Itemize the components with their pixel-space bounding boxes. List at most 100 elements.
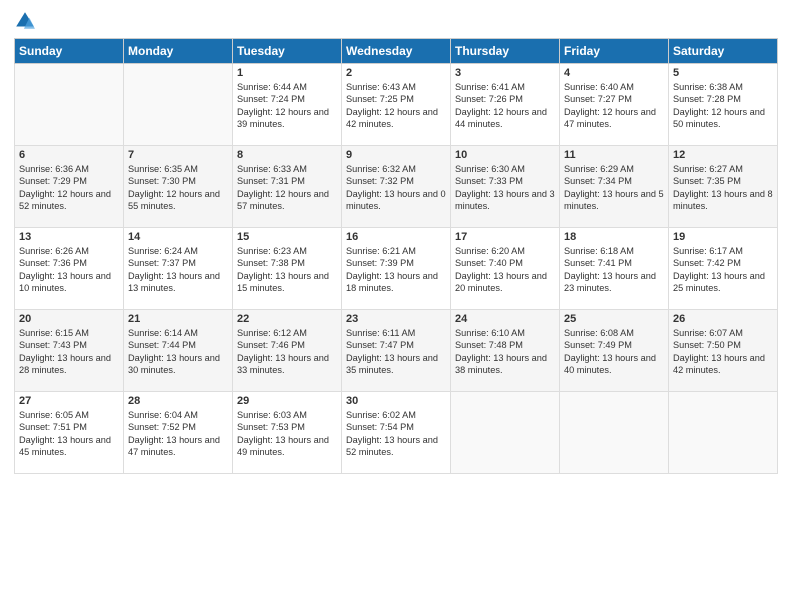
- calendar-cell: 11 Sunrise: 6:29 AMSunset: 7:34 PMDayligh…: [560, 146, 669, 228]
- calendar-cell: 8 Sunrise: 6:33 AMSunset: 7:31 PMDaylight…: [233, 146, 342, 228]
- calendar-cell: 14 Sunrise: 6:24 AMSunset: 7:37 PMDayligh…: [124, 228, 233, 310]
- cell-text: Sunrise: 6:40 AMSunset: 7:27 PMDaylight:…: [564, 81, 664, 131]
- cell-text: Sunrise: 6:03 AMSunset: 7:53 PMDaylight:…: [237, 409, 337, 459]
- cell-text: Sunrise: 6:15 AMSunset: 7:43 PMDaylight:…: [19, 327, 119, 377]
- calendar-cell: 19 Sunrise: 6:17 AMSunset: 7:42 PMDayligh…: [669, 228, 778, 310]
- calendar-day-header: Wednesday: [342, 39, 451, 64]
- calendar-cell: 16 Sunrise: 6:21 AMSunset: 7:39 PMDayligh…: [342, 228, 451, 310]
- cell-text: Sunrise: 6:26 AMSunset: 7:36 PMDaylight:…: [19, 245, 119, 295]
- calendar-header-row: SundayMondayTuesdayWednesdayThursdayFrid…: [15, 39, 778, 64]
- cell-text: Sunrise: 6:35 AMSunset: 7:30 PMDaylight:…: [128, 163, 228, 213]
- calendar-cell: 4 Sunrise: 6:40 AMSunset: 7:27 PMDaylight…: [560, 64, 669, 146]
- day-number: 26: [673, 313, 773, 325]
- calendar-cell: 30 Sunrise: 6:02 AMSunset: 7:54 PMDayligh…: [342, 392, 451, 474]
- calendar-day-header: Sunday: [15, 39, 124, 64]
- day-number: 8: [237, 149, 337, 161]
- calendar-cell: 27 Sunrise: 6:05 AMSunset: 7:51 PMDayligh…: [15, 392, 124, 474]
- calendar-cell: 23 Sunrise: 6:11 AMSunset: 7:47 PMDayligh…: [342, 310, 451, 392]
- day-number: 18: [564, 231, 664, 243]
- day-number: 28: [128, 395, 228, 407]
- cell-text: Sunrise: 6:08 AMSunset: 7:49 PMDaylight:…: [564, 327, 664, 377]
- calendar-cell: 20 Sunrise: 6:15 AMSunset: 7:43 PMDayligh…: [15, 310, 124, 392]
- day-number: 17: [455, 231, 555, 243]
- calendar-cell: 21Sunrise: 6:14 AMSunset: 7:44 PMDayligh…: [124, 310, 233, 392]
- cell-text: Sunrise: 6:36 AMSunset: 7:29 PMDaylight:…: [19, 163, 119, 213]
- day-number: 2: [346, 67, 446, 79]
- calendar-week-row: 6 Sunrise: 6:36 AMSunset: 7:29 PMDaylight…: [15, 146, 778, 228]
- calendar-cell: 26 Sunrise: 6:07 AMSunset: 7:50 PMDayligh…: [669, 310, 778, 392]
- cell-text: Sunrise: 6:33 AMSunset: 7:31 PMDaylight:…: [237, 163, 337, 213]
- cell-text: Sunrise: 6:29 AMSunset: 7:34 PMDaylight:…: [564, 163, 664, 213]
- calendar-cell: [124, 64, 233, 146]
- calendar-cell: 24Sunrise: 6:10 AMSunset: 7:48 PMDayligh…: [451, 310, 560, 392]
- calendar-cell: 7 Sunrise: 6:35 AMSunset: 7:30 PMDaylight…: [124, 146, 233, 228]
- header: [14, 10, 778, 32]
- calendar-cell: 17 Sunrise: 6:20 AMSunset: 7:40 PMDayligh…: [451, 228, 560, 310]
- calendar-cell: 15 Sunrise: 6:23 AMSunset: 7:38 PMDayligh…: [233, 228, 342, 310]
- cell-text: Sunrise: 6:05 AMSunset: 7:51 PMDaylight:…: [19, 409, 119, 459]
- day-number: 7: [128, 149, 228, 161]
- cell-text: Sunrise: 6:44 AMSunset: 7:24 PMDaylight:…: [237, 81, 337, 131]
- calendar-table: SundayMondayTuesdayWednesdayThursdayFrid…: [14, 38, 778, 474]
- calendar-cell: [560, 392, 669, 474]
- logo-icon: [14, 10, 36, 32]
- day-number: 27: [19, 395, 119, 407]
- calendar-cell: [669, 392, 778, 474]
- cell-text: Sunrise: 6:41 AMSunset: 7:26 PMDaylight:…: [455, 81, 555, 131]
- day-number: 19: [673, 231, 773, 243]
- calendar-cell: 18 Sunrise: 6:18 AMSunset: 7:41 PMDayligh…: [560, 228, 669, 310]
- day-number: 6: [19, 149, 119, 161]
- calendar-cell: 13 Sunrise: 6:26 AMSunset: 7:36 PMDayligh…: [15, 228, 124, 310]
- day-number: 20: [19, 313, 119, 325]
- day-number: 4: [564, 67, 664, 79]
- cell-text: Sunrise: 6:17 AMSunset: 7:42 PMDaylight:…: [673, 245, 773, 295]
- day-number: 14: [128, 231, 228, 243]
- cell-text: Sunrise: 6:43 AMSunset: 7:25 PMDaylight:…: [346, 81, 446, 131]
- cell-text: Sunrise: 6:23 AMSunset: 7:38 PMDaylight:…: [237, 245, 337, 295]
- calendar-day-header: Saturday: [669, 39, 778, 64]
- calendar-cell: 5 Sunrise: 6:38 AMSunset: 7:28 PMDaylight…: [669, 64, 778, 146]
- cell-text: Sunrise: 6:38 AMSunset: 7:28 PMDaylight:…: [673, 81, 773, 131]
- day-number: 5: [673, 67, 773, 79]
- day-number: 1: [237, 67, 337, 79]
- cell-text: Sunrise: 6:32 AMSunset: 7:32 PMDaylight:…: [346, 163, 446, 213]
- calendar-day-header: Thursday: [451, 39, 560, 64]
- day-number: 23: [346, 313, 446, 325]
- day-number: 13: [19, 231, 119, 243]
- calendar-cell: 10Sunrise: 6:30 AMSunset: 7:33 PMDayligh…: [451, 146, 560, 228]
- day-number: 24: [455, 313, 555, 325]
- page: SundayMondayTuesdayWednesdayThursdayFrid…: [0, 0, 792, 612]
- calendar-cell: 28 Sunrise: 6:04 AMSunset: 7:52 PMDayligh…: [124, 392, 233, 474]
- day-number: 15: [237, 231, 337, 243]
- calendar-cell: [15, 64, 124, 146]
- calendar-cell: 12Sunrise: 6:27 AMSunset: 7:35 PMDayligh…: [669, 146, 778, 228]
- cell-text: Sunrise: 6:07 AMSunset: 7:50 PMDaylight:…: [673, 327, 773, 377]
- cell-text: Sunrise: 6:27 AMSunset: 7:35 PMDaylight:…: [673, 163, 773, 213]
- day-number: 10: [455, 149, 555, 161]
- cell-text: Sunrise: 6:04 AMSunset: 7:52 PMDaylight:…: [128, 409, 228, 459]
- cell-text: Sunrise: 6:02 AMSunset: 7:54 PMDaylight:…: [346, 409, 446, 459]
- cell-text: Sunrise: 6:21 AMSunset: 7:39 PMDaylight:…: [346, 245, 446, 295]
- calendar-week-row: 20 Sunrise: 6:15 AMSunset: 7:43 PMDayligh…: [15, 310, 778, 392]
- calendar-cell: 2 Sunrise: 6:43 AMSunset: 7:25 PMDaylight…: [342, 64, 451, 146]
- calendar-cell: 9Sunrise: 6:32 AMSunset: 7:32 PMDaylight…: [342, 146, 451, 228]
- logo: [14, 10, 38, 32]
- calendar-cell: 22Sunrise: 6:12 AMSunset: 7:46 PMDayligh…: [233, 310, 342, 392]
- calendar-day-header: Monday: [124, 39, 233, 64]
- day-number: 3: [455, 67, 555, 79]
- calendar-cell: [451, 392, 560, 474]
- day-number: 16: [346, 231, 446, 243]
- day-number: 29: [237, 395, 337, 407]
- calendar-week-row: 1 Sunrise: 6:44 AMSunset: 7:24 PMDaylight…: [15, 64, 778, 146]
- calendar-week-row: 27 Sunrise: 6:05 AMSunset: 7:51 PMDayligh…: [15, 392, 778, 474]
- day-number: 30: [346, 395, 446, 407]
- cell-text: Sunrise: 6:18 AMSunset: 7:41 PMDaylight:…: [564, 245, 664, 295]
- calendar-cell: 6 Sunrise: 6:36 AMSunset: 7:29 PMDaylight…: [15, 146, 124, 228]
- cell-text: Sunrise: 6:11 AMSunset: 7:47 PMDaylight:…: [346, 327, 446, 377]
- cell-text: Sunrise: 6:20 AMSunset: 7:40 PMDaylight:…: [455, 245, 555, 295]
- day-number: 11: [564, 149, 664, 161]
- day-number: 25: [564, 313, 664, 325]
- cell-text: Sunrise: 6:12 AMSunset: 7:46 PMDaylight:…: [237, 327, 337, 377]
- cell-text: Sunrise: 6:24 AMSunset: 7:37 PMDaylight:…: [128, 245, 228, 295]
- day-number: 21: [128, 313, 228, 325]
